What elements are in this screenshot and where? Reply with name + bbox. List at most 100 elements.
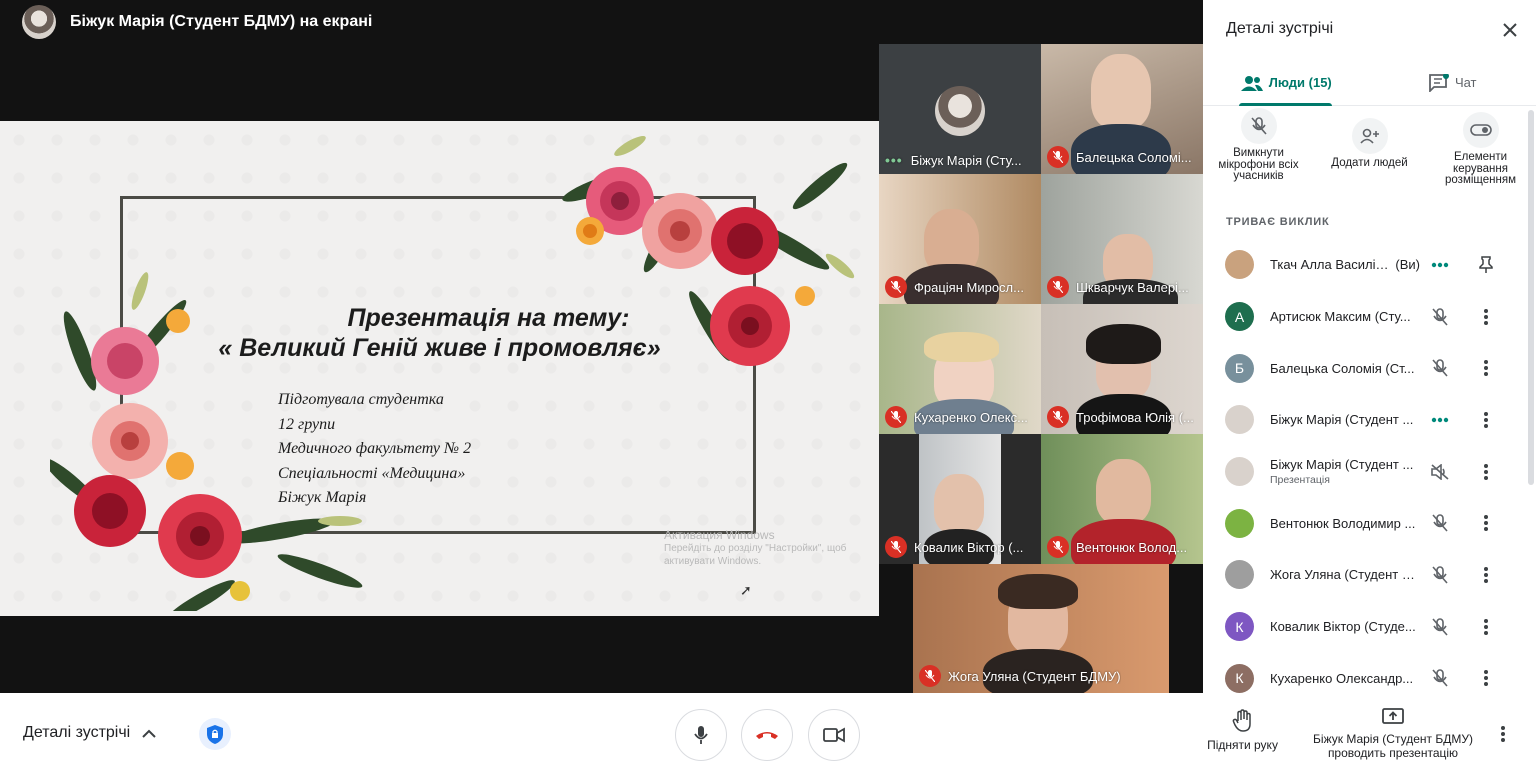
presentation-slide: Презентація на тему: « Великий Геній жив…: [0, 121, 879, 616]
meeting-details-button[interactable]: Деталі зустрічі: [23, 724, 156, 742]
participant-tile[interactable]: Фраціян Миросл...: [879, 174, 1041, 304]
participant-name: Ткач Алла Василів...: [1270, 257, 1392, 273]
mic-off-icon[interactable]: [1429, 564, 1451, 586]
participant-tiles: ••• Біжук Марія (Сту... Балецька Соломі..…: [879, 44, 1203, 693]
participant-tile[interactable]: Ковалик Віктор (...: [879, 434, 1041, 564]
participant-name: Балецька Соломія (Ст...: [1270, 360, 1415, 376]
audio-off-icon[interactable]: [1429, 461, 1451, 483]
add-person-icon: [1359, 128, 1379, 144]
more-options-icon[interactable]: [1475, 512, 1497, 534]
avatar: [1225, 508, 1254, 538]
tab-chat[interactable]: Чат: [1370, 60, 1536, 105]
bottom-control-bar: Деталі зустрічі Підняти руку Біжук Марія…: [0, 693, 1536, 775]
participant-subtitle: Презентація: [1270, 474, 1330, 487]
mic-off-icon[interactable]: [1429, 306, 1451, 328]
leave-call-button[interactable]: [741, 709, 793, 761]
hang-up-icon: [756, 732, 778, 739]
avatar: [1225, 560, 1254, 590]
more-options-icon[interactable]: [1475, 564, 1497, 586]
mic-off-icon: [885, 536, 907, 558]
presenting-status-button[interactable]: Біжук Марія (Студент БДМУ) проводить пре…: [1302, 707, 1484, 760]
microphone-button[interactable]: [675, 709, 727, 761]
participant-row[interactable]: Вентонюк Володимир ...: [1203, 497, 1526, 549]
participant-name: Жога Уляна (Студент Б...: [1270, 567, 1420, 583]
mic-off-icon: [1250, 117, 1267, 135]
participant-tile[interactable]: Шкварчук Валері...: [1041, 174, 1203, 304]
panel-tabs: Люди (15) Чат: [1203, 60, 1536, 106]
panel-actions: Вимкнути мікрофони всіх учасників Додати…: [1203, 108, 1536, 200]
participant-tile[interactable]: Балецька Соломі...: [1041, 44, 1203, 174]
avatar: [935, 86, 985, 136]
slide-title: Презентація на тему: « Великий Геній жив…: [218, 304, 661, 362]
presenter-avatar: [22, 5, 56, 39]
present-screen-icon: [1382, 708, 1404, 724]
mic-off-icon: [919, 665, 941, 687]
camera-button[interactable]: [808, 709, 860, 761]
presenter-title: Біжук Марія (Студент БДМУ) на екрані: [70, 13, 373, 30]
participant-row[interactable]: Б Балецька Соломія (Ст...: [1203, 342, 1526, 394]
mouse-cursor-icon: ➚: [740, 582, 752, 598]
more-options-icon[interactable]: [1475, 306, 1497, 328]
mic-off-icon: [885, 406, 907, 428]
video-camera-icon: [823, 727, 845, 743]
speaking-indicator-icon: [1429, 409, 1451, 431]
meeting-details-panel: Деталі зустрічі Люди (15) Чат Вимкнути м…: [1203, 0, 1536, 693]
people-icon: [1240, 75, 1263, 91]
toggle-icon: [1469, 124, 1492, 136]
more-options-icon[interactable]: [1500, 725, 1506, 748]
more-options-icon[interactable]: [1475, 616, 1497, 638]
mic-off-icon[interactable]: [1429, 667, 1451, 689]
avatar: [1225, 457, 1254, 487]
pin-icon[interactable]: [1475, 254, 1497, 276]
mic-off-icon[interactable]: [1429, 616, 1451, 638]
slide-body: Підготувала студентка 12 групи Медичного…: [278, 391, 472, 506]
avatar: К: [1225, 612, 1254, 642]
mic-off-icon: [1047, 536, 1069, 558]
avatar: [1225, 250, 1254, 280]
mic-off-icon: [1047, 146, 1069, 168]
security-shield-button[interactable]: [199, 718, 231, 750]
participant-name: Артисюк Максим (Сту...: [1270, 309, 1411, 325]
mic-off-icon: [885, 276, 907, 298]
tab-people[interactable]: Люди (15): [1203, 60, 1370, 106]
participant-tile[interactable]: Кухаренко Олекс...: [879, 304, 1041, 434]
mic-off-icon[interactable]: [1429, 512, 1451, 534]
participant-name: Ковалик Віктор (Студе...: [1270, 619, 1416, 635]
participant-row[interactable]: Ткач Алла Василів... (Ви): [1203, 239, 1526, 291]
participant-row[interactable]: А Артисюк Максим (Сту...: [1203, 291, 1526, 343]
mic-off-icon[interactable]: [1429, 357, 1451, 379]
meeting-stage: Біжук Марія (Студент БДМУ) на екрані Пре…: [0, 0, 1203, 693]
participant-name: Кухаренко Олександр...: [1270, 670, 1414, 686]
panel-scrollbar[interactable]: [1528, 110, 1534, 485]
raise-hand-button[interactable]: Підняти руку: [1195, 709, 1290, 752]
microphone-icon: [694, 726, 708, 744]
participant-row[interactable]: Біжук Марія (Студент ... Презентація: [1203, 446, 1526, 498]
participant-name: Біжук Марія (Студент ...: [1270, 412, 1414, 428]
mic-off-icon: [1047, 406, 1069, 428]
avatar: [1225, 405, 1254, 435]
you-label: (Ви): [1395, 257, 1420, 273]
participants-list: Ткач Алла Василів... (Ви) А Артисюк Максим …: [1203, 239, 1526, 704]
more-options-icon[interactable]: [1475, 409, 1497, 431]
more-options-icon[interactable]: [1475, 461, 1497, 483]
hand-icon: [1232, 709, 1251, 732]
participant-tile[interactable]: Жога Уляна (Студент БДМУ): [913, 564, 1169, 693]
host-controls-button[interactable]: Елементи керування розміщенням: [1425, 108, 1536, 200]
panel-title: Деталі зустрічі: [1226, 20, 1334, 37]
chat-icon: [1429, 73, 1449, 92]
more-options-icon[interactable]: [1475, 667, 1497, 689]
participant-row[interactable]: Жога Уляна (Студент Б...: [1203, 549, 1526, 601]
mic-off-icon: [1047, 276, 1069, 298]
participant-tile[interactable]: Трофімова Юлія (...: [1041, 304, 1203, 434]
more-options-icon[interactable]: [1475, 357, 1497, 379]
section-label: ТРИВАЄ ВИКЛИК: [1226, 216, 1330, 228]
close-icon[interactable]: [1500, 20, 1520, 40]
windows-activation-watermark: Активация Windows Перейдіть до розділу "…: [664, 528, 847, 568]
participant-row[interactable]: Біжук Марія (Студент ...: [1203, 394, 1526, 446]
add-people-button[interactable]: Додати людей: [1314, 108, 1425, 200]
participant-tile[interactable]: ••• Біжук Марія (Сту...: [879, 44, 1041, 174]
mute-all-button[interactable]: Вимкнути мікрофони всіх учасників: [1203, 108, 1314, 200]
participant-tile[interactable]: Вентонюк Волод...: [1041, 434, 1203, 564]
avatar: А: [1225, 302, 1254, 332]
participant-row[interactable]: К Ковалик Віктор (Студе...: [1203, 601, 1526, 653]
